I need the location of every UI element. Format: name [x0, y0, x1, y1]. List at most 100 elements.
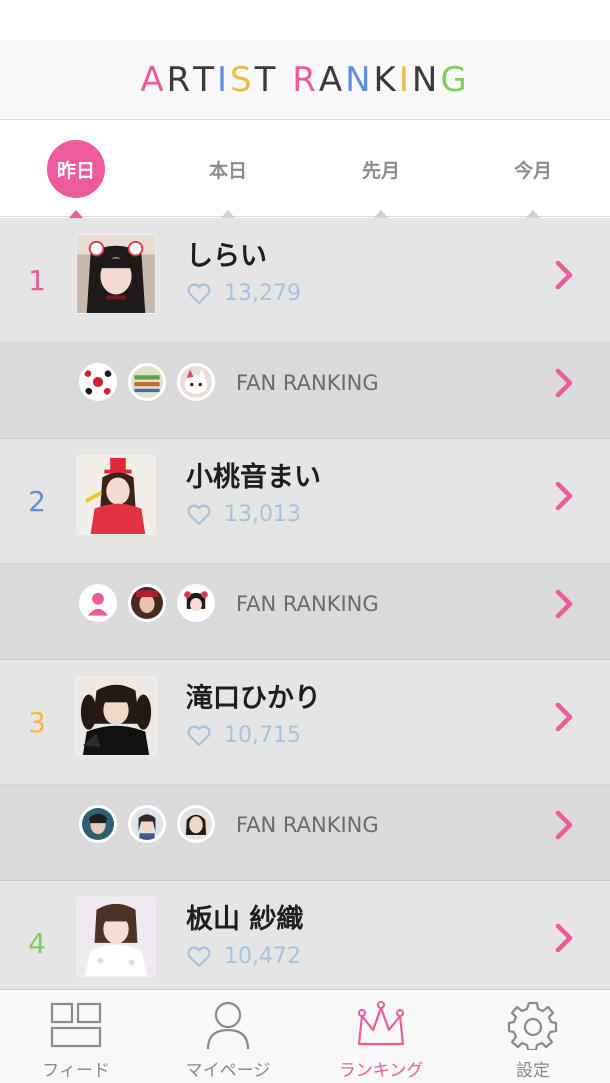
- title-letter: [278, 60, 292, 100]
- chevron-right-icon[interactable]: [554, 702, 574, 732]
- chevron-right-icon[interactable]: [554, 481, 574, 511]
- nav-label: マイページ: [185, 1061, 271, 1081]
- feed-icon: [50, 1002, 102, 1048]
- title-letter: R: [166, 59, 194, 100]
- fan-ranking-label: FAN RANKING: [236, 592, 379, 616]
- chevron-right-icon[interactable]: [554, 260, 574, 290]
- fan-ranking-row[interactable]: FAN RANKING: [0, 343, 610, 439]
- fan-avatar: [177, 363, 215, 401]
- title-letter: T: [254, 59, 279, 100]
- fan-ranking-row[interactable]: FAN RANKING: [0, 564, 610, 660]
- soccer-ball-icon: [82, 366, 114, 398]
- artist-photo-bunny-hair-icon: [77, 235, 155, 313]
- artist-row[interactable]: 3 滝口ひかり 10,715: [0, 660, 610, 785]
- period-tabs: 昨日 本日 先月 今月: [0, 121, 610, 218]
- artist-photo: [76, 676, 156, 756]
- artist-photo-red-hat-icon: [77, 456, 155, 534]
- page-title: ARTIST RANKING: [140, 60, 469, 100]
- fan-ranking-label: FAN RANKING: [236, 813, 379, 837]
- artist-likes: 10,472: [186, 944, 301, 969]
- chevron-right-icon[interactable]: [554, 923, 574, 953]
- title-letter: A: [318, 59, 346, 100]
- artist-likes: 13,279: [186, 281, 301, 306]
- like-count: 10,472: [224, 944, 301, 969]
- title-letter: N: [411, 59, 441, 100]
- fan-avatar: [79, 805, 117, 843]
- rank-number: 1: [28, 264, 46, 297]
- nav-label: ランキング: [338, 1061, 424, 1081]
- rank-number: 3: [28, 706, 46, 739]
- tab-label: 本日: [208, 159, 247, 182]
- gear-icon: [507, 1001, 558, 1050]
- status-bar: [0, 0, 610, 40]
- tab-today[interactable]: 本日: [152, 121, 304, 218]
- crown-icon: [357, 1001, 405, 1046]
- tab-this-month[interactable]: 今月: [457, 121, 609, 218]
- artist-likes: 13,013: [186, 502, 301, 527]
- fan-avatar: [128, 363, 166, 401]
- photo-avatar-icon: [82, 808, 114, 840]
- nav-my-page[interactable]: マイページ: [152, 990, 304, 1083]
- app-header: ARTIST RANKING: [0, 40, 610, 120]
- fan-ranking-row[interactable]: FAN RANKING: [0, 785, 610, 881]
- artist-photo: [76, 455, 156, 535]
- nav-settings[interactable]: 設定: [457, 990, 609, 1083]
- tab-label: 先月: [361, 159, 400, 182]
- heart-icon: [187, 283, 211, 304]
- tab-pointer: [221, 210, 235, 218]
- artist-name: 滝口ひかり: [186, 683, 321, 714]
- tab-pointer: [526, 210, 540, 218]
- fan-avatar: [177, 584, 215, 622]
- artist-photo: [76, 234, 156, 314]
- bottom-tab-bar: フィード マイページ ランキング 設定: [0, 989, 610, 1083]
- title-letter: I: [398, 59, 412, 100]
- fan-avatar: [79, 584, 117, 622]
- rank-number: 2: [28, 485, 46, 518]
- default-user-icon: [82, 587, 114, 619]
- artist-photo-twintails-icon: [77, 677, 155, 755]
- like-count: 13,013: [224, 502, 301, 527]
- title-letter: A: [140, 59, 167, 100]
- tab-pointer: [69, 210, 83, 218]
- photo-avatar-icon: [180, 808, 212, 840]
- artist-name: 板山 紗織: [186, 904, 304, 935]
- artist-likes: 10,715: [186, 723, 301, 748]
- title-letter: S: [230, 59, 255, 100]
- fan-avatar: [128, 805, 166, 843]
- photo-avatar-icon: [131, 587, 163, 619]
- like-count: 10,715: [224, 723, 301, 748]
- artist-row[interactable]: 4 板山 紗織 10,472: [0, 881, 610, 989]
- heart-icon: [187, 504, 211, 525]
- artist-name: 小桃音まい: [186, 462, 321, 493]
- ranking-list: 1 しらい 13,279 FAN RANKING 2 小桃音まい 13,013 …: [0, 218, 610, 989]
- nav-feed[interactable]: フィード: [0, 990, 152, 1083]
- artist-photo: [76, 897, 156, 977]
- fan-ranking-label: FAN RANKING: [236, 371, 379, 395]
- chevron-right-icon[interactable]: [554, 368, 574, 398]
- artist-row[interactable]: 1 しらい 13,279: [0, 218, 610, 343]
- title-letter: K: [373, 59, 399, 100]
- tab-pointer: [374, 210, 388, 218]
- tab-label: 今月: [513, 159, 552, 182]
- tab-last-month[interactable]: 先月: [305, 121, 457, 218]
- title-letter: T: [193, 59, 217, 100]
- nav-ranking[interactable]: ランキング: [305, 990, 457, 1083]
- fan-avatar: [177, 805, 215, 843]
- tab-label: 昨日: [47, 140, 105, 198]
- nav-label: 設定: [516, 1061, 550, 1081]
- character-avatar-icon: [180, 587, 212, 619]
- rank-number: 4: [28, 927, 46, 960]
- photo-avatar-icon: [131, 808, 163, 840]
- artist-photo-white-dress-icon: [77, 898, 155, 976]
- like-count: 13,279: [224, 281, 301, 306]
- user-icon: [206, 1001, 250, 1050]
- tab-yesterday[interactable]: 昨日: [0, 121, 152, 218]
- chevron-right-icon[interactable]: [554, 589, 574, 619]
- cat-avatar-icon: [180, 366, 212, 398]
- chevron-right-icon[interactable]: [554, 810, 574, 840]
- nav-label: フィード: [42, 1061, 110, 1081]
- heart-icon: [187, 725, 211, 746]
- artist-name: しらい: [186, 241, 267, 272]
- artist-row[interactable]: 2 小桃音まい 13,013: [0, 439, 610, 564]
- fan-avatar: [79, 363, 117, 401]
